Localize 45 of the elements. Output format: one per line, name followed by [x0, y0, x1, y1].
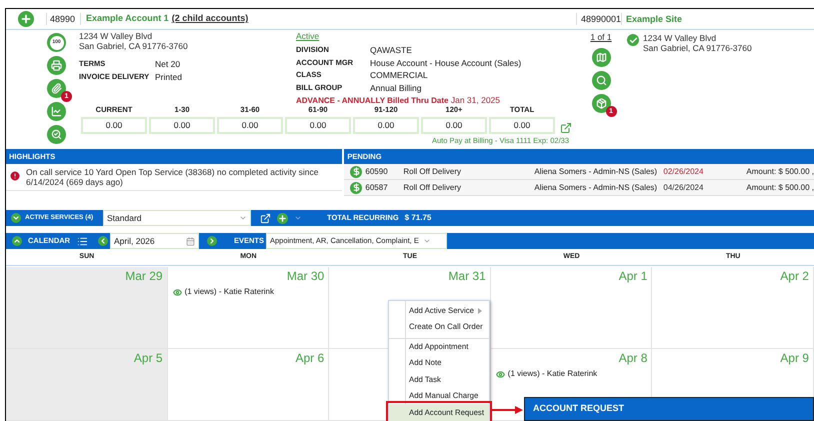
aging-value: 0.00: [489, 117, 555, 134]
field-value: House Account - House Account (Sales): [370, 56, 522, 69]
day-date: Mar 29: [125, 269, 163, 285]
day-date: Mar 30: [286, 269, 324, 285]
pending-type: Roll Off Delivery: [403, 182, 462, 194]
pending-amount: Amount: $ 500.00 ,: [746, 182, 814, 194]
billing-note: ADVANCE - ANNUALLY Billed Thru Date: [296, 96, 448, 105]
field-value: Printed: [155, 72, 182, 82]
day-date: Apr 5: [134, 351, 163, 367]
field-value: Annual Billing: [370, 82, 422, 94]
dialog-title: ACCOUNT REQUEST: [533, 402, 624, 416]
day-date: Apr 6: [296, 351, 324, 367]
site-number: 48990001: [581, 14, 622, 24]
aging-value: 0.00: [81, 117, 147, 134]
pending-type: Roll Off Delivery: [403, 166, 462, 178]
account-name: Example Account 1: [86, 12, 169, 26]
billed-thru-date: Jan 31, 2025: [450, 95, 500, 105]
pending-person: Aliena Somers - Admin-NS (Sales): [534, 166, 658, 178]
address-line: San Gabriel, CA 91776-3760: [79, 41, 189, 51]
day-date: Apr 9: [780, 351, 809, 367]
field-value: QAWASTE: [370, 44, 412, 56]
pending-person: Aliena Somers - Admin-NS (Sales): [534, 182, 658, 194]
aging-value: 0.00: [353, 117, 419, 134]
field-value: COMMERCIAL: [370, 69, 428, 82]
account-number: 48990: [50, 14, 76, 24]
aging-value: 0.00: [149, 117, 215, 134]
field-value: Net 20: [155, 59, 180, 69]
pending-id: 60590: [364, 166, 389, 178]
address-line: San Gabriel, CA 91776-3760: [643, 43, 752, 53]
pending-date: 04/26/2024: [663, 182, 704, 194]
highlight-text: On call service 10 Yard Open Top Service (38368) no completed activity since 6/14/2024 (669 days ago): [26, 167, 320, 187]
address-line: 1234 W Valley Blvd: [643, 33, 718, 43]
total-recurring: $ 71.75: [404, 212, 432, 224]
pending-amount: Amount: $ 500.00 ,: [746, 166, 814, 178]
day-date: Mar 31: [448, 269, 486, 285]
address-line: 1234 W Valley Blvd: [79, 31, 154, 41]
aging-value: 0.00: [285, 117, 351, 134]
day-date: Apr 1: [618, 269, 648, 285]
site-name: Example Site: [626, 14, 682, 24]
aging-value: 0.00: [421, 117, 487, 134]
pending-date: 02/26/2024: [663, 166, 704, 178]
day-date: Apr 8: [618, 351, 648, 367]
pending-id: 60587: [364, 182, 389, 194]
day-date: Apr 2: [780, 269, 809, 285]
aging-value: 0.00: [217, 117, 283, 134]
